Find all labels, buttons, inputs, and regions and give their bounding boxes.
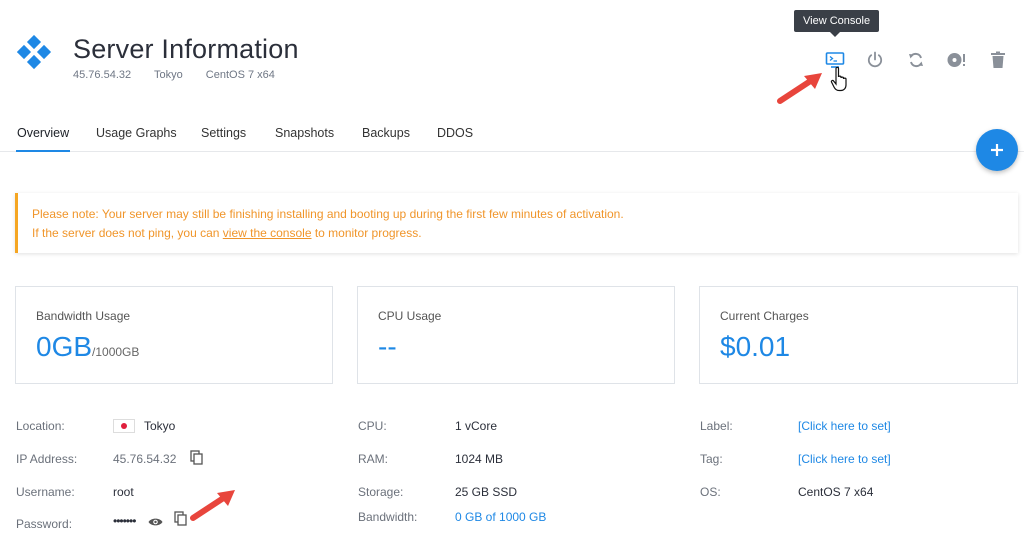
power-button[interactable] <box>863 48 887 72</box>
view-console-link[interactable]: view the console <box>223 226 312 240</box>
cpu-usage-value: -- <box>378 331 397 362</box>
os-label: OS: <box>700 485 721 499</box>
restart-icon <box>909 52 923 68</box>
notice-line-2: If the server does not ping, you can vie… <box>32 224 1004 243</box>
show-password-icon[interactable] <box>148 514 163 532</box>
card-title: CPU Usage <box>378 309 442 323</box>
username-label: Username: <box>16 485 75 499</box>
tag-label: Tag: <box>700 452 723 466</box>
iso-button[interactable] <box>945 48 969 72</box>
location-value: Tokyo <box>144 419 176 433</box>
bandwidth-total: /1000GB <box>92 345 140 359</box>
ram-label: RAM: <box>358 452 388 466</box>
copy-password-icon[interactable] <box>174 511 188 531</box>
set-tag-link[interactable]: [Click here to set] <box>798 452 891 466</box>
notice-line-1: Please note: Your server may still be fi… <box>32 207 624 221</box>
card-title: Bandwidth Usage <box>36 309 131 323</box>
ip-address-value: 45.76.54.32 <box>113 452 177 466</box>
tab-bar: Overview Usage Graphs Settings Snapshots… <box>0 116 1024 152</box>
power-icon <box>867 51 883 68</box>
active-tab-indicator <box>16 150 70 152</box>
bandwidth-used: 0GB <box>36 331 93 362</box>
japan-flag-icon <box>113 419 135 433</box>
trash-icon <box>991 51 1005 68</box>
server-actions <box>0 48 1024 74</box>
cpu-label: CPU: <box>358 419 387 433</box>
add-button[interactable] <box>976 129 1018 171</box>
delete-button[interactable] <box>986 48 1010 72</box>
current-charges-card: Current Charges $0.01 <box>699 286 1018 384</box>
bandwidth-label: Bandwidth: <box>358 510 418 524</box>
password-value: ••••••• <box>113 514 136 528</box>
label-label: Label: <box>700 419 733 433</box>
bandwidth-usage-value: 0GB/1000GB <box>36 331 312 363</box>
current-charges-value: $0.01 <box>720 331 791 362</box>
set-label-link[interactable]: [Click here to set] <box>798 419 891 433</box>
password-label: Password: <box>16 517 73 531</box>
annotation-arrow-console <box>776 70 826 111</box>
os-value: CentOS 7 x64 <box>798 485 874 499</box>
plus-icon <box>991 144 1003 156</box>
hand-cursor-icon <box>830 66 850 97</box>
tab-backups[interactable]: Backups <box>362 126 410 140</box>
tab-ddos[interactable]: DDOS <box>437 126 473 140</box>
tab-settings[interactable]: Settings <box>201 126 246 140</box>
username-value: root <box>113 485 134 499</box>
tab-usage-graphs[interactable]: Usage Graphs <box>96 126 177 140</box>
install-notice: Please note: Your server may still be fi… <box>15 193 1018 253</box>
bandwidth-value-link[interactable]: 0 GB of 1000 GB <box>455 510 546 524</box>
tab-snapshots[interactable]: Snapshots <box>275 126 334 140</box>
notice-text: If the server does not ping, you can <box>32 226 223 240</box>
notice-text-end: to monitor progress. <box>311 226 422 240</box>
bandwidth-usage-card: Bandwidth Usage 0GB/1000GB <box>15 286 333 384</box>
view-console-tooltip: View Console <box>794 10 880 37</box>
cpu-usage-card: CPU Usage -- <box>357 286 675 384</box>
copy-ip-icon[interactable] <box>190 450 204 470</box>
ip-address-label: IP Address: <box>16 452 78 466</box>
storage-label: Storage: <box>358 485 404 499</box>
storage-value: 25 GB SSD <box>455 485 518 499</box>
ram-value: 1024 MB <box>455 452 504 466</box>
card-title: Current Charges <box>720 309 809 323</box>
tab-overview[interactable]: Overview <box>17 126 69 140</box>
restart-button[interactable] <box>904 48 928 72</box>
cpu-value: 1 vCore <box>455 419 498 433</box>
annotation-arrow-password <box>189 487 239 528</box>
iso-icon <box>947 53 965 67</box>
location-label: Location: <box>16 419 65 433</box>
